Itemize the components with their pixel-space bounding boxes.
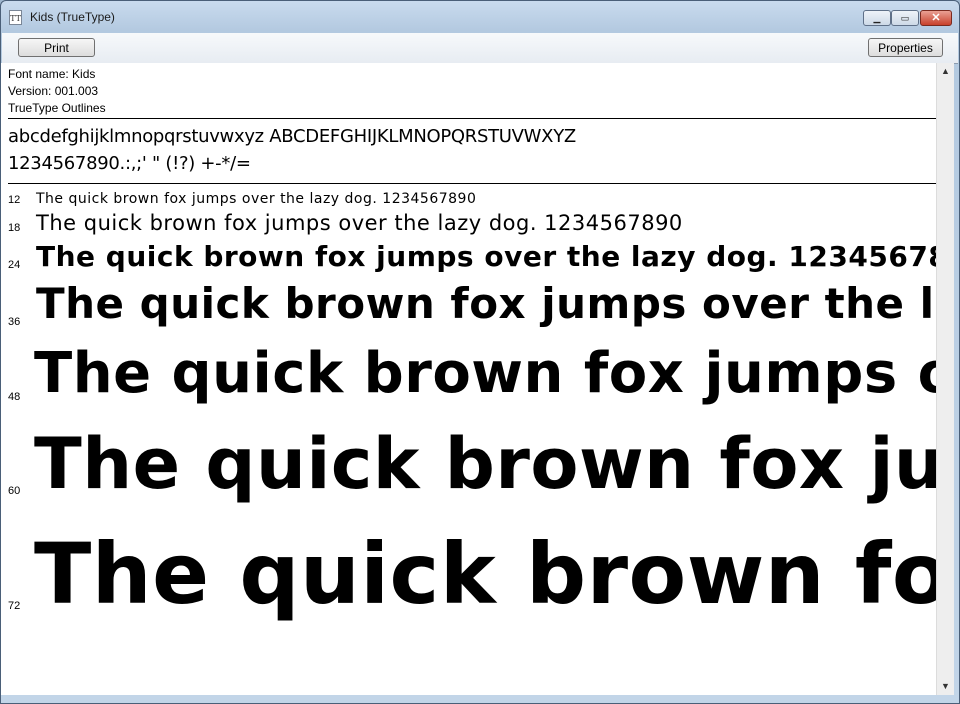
charset-symbols: 1234567890.:,;' " (!?) +-*/=: [8, 153, 251, 174]
title-bar[interactable]: TT Kids (TrueType) ▁ ▭ ✕: [1, 1, 959, 33]
sample-text: The quick brown fox jumps over the lazy …: [34, 341, 936, 406]
sample-row-24: 24 The quick brown fox jumps over the la…: [1, 239, 936, 283]
print-button[interactable]: Print: [18, 38, 95, 57]
sample-row-48: 48 The quick brown fox jumps over the la…: [1, 341, 936, 423]
font-preview-area: Font name: Kids Version: 001.003 TrueTyp…: [1, 63, 936, 695]
sample-size-label: 36: [8, 316, 21, 328]
sample-row-60: 60 The quick brown fox jumps over the la…: [1, 423, 936, 523]
window-bottom-frame: [1, 695, 959, 702]
window-title: Kids (TrueType): [30, 10, 115, 24]
sample-text: The quick brown fox jumps over the lazy …: [34, 525, 936, 623]
sample-row-36: 36 The quick brown fox jumps over the la…: [1, 279, 936, 341]
scroll-up-arrow-icon[interactable]: ▲: [937, 63, 954, 80]
close-button[interactable]: ✕: [920, 10, 952, 26]
vertical-scrollbar[interactable]: ▲ ▼: [936, 63, 954, 695]
sample-row-12: 12 The quick brown fox jumps over the la…: [1, 189, 936, 211]
sample-text: The quick brown fox jumps over the lazy …: [36, 191, 477, 207]
scroll-down-arrow-icon[interactable]: ▼: [937, 678, 954, 695]
font-name-label: Font name: Kids: [8, 67, 96, 81]
sample-size-label: 24: [8, 259, 21, 271]
sample-row-18: 18 The quick brown fox jumps over the la…: [1, 210, 936, 242]
truetype-font-icon: TT: [9, 10, 22, 25]
sample-text: The quick brown fox jumps over the lazy …: [36, 211, 683, 235]
sample-size-label: 60: [8, 485, 21, 497]
sample-row-72: 72 The quick brown fox jumps over the la…: [1, 523, 936, 643]
font-outlines-label: TrueType Outlines: [8, 101, 106, 115]
divider: [8, 183, 936, 184]
minimize-button[interactable]: ▁: [863, 10, 891, 26]
charset-letters: abcdefghijklmnopqrstuvwxyz ABCDEFGHIJKLM…: [8, 126, 576, 147]
sample-size-label: 48: [8, 391, 21, 403]
character-set: abcdefghijklmnopqrstuvwxyz ABCDEFGHIJKLM…: [8, 123, 576, 177]
sample-text: The quick brown fox jumps over the lazy …: [36, 279, 936, 328]
toolbar: Print Properties: [2, 33, 958, 64]
properties-button[interactable]: Properties: [868, 38, 943, 57]
sample-size-label: 18: [8, 222, 21, 234]
maximize-button[interactable]: ▭: [891, 10, 919, 26]
font-version-label: Version: 001.003: [8, 84, 99, 98]
font-info: Font name: Kids Version: 001.003 TrueTyp…: [8, 66, 106, 117]
sample-size-label: 12: [8, 194, 21, 206]
sample-size-label: 72: [8, 600, 21, 612]
divider: [8, 118, 936, 119]
sample-text: The quick brown fox jumps over the lazy …: [36, 240, 936, 273]
sample-text: The quick brown fox jumps over the lazy …: [34, 423, 936, 505]
